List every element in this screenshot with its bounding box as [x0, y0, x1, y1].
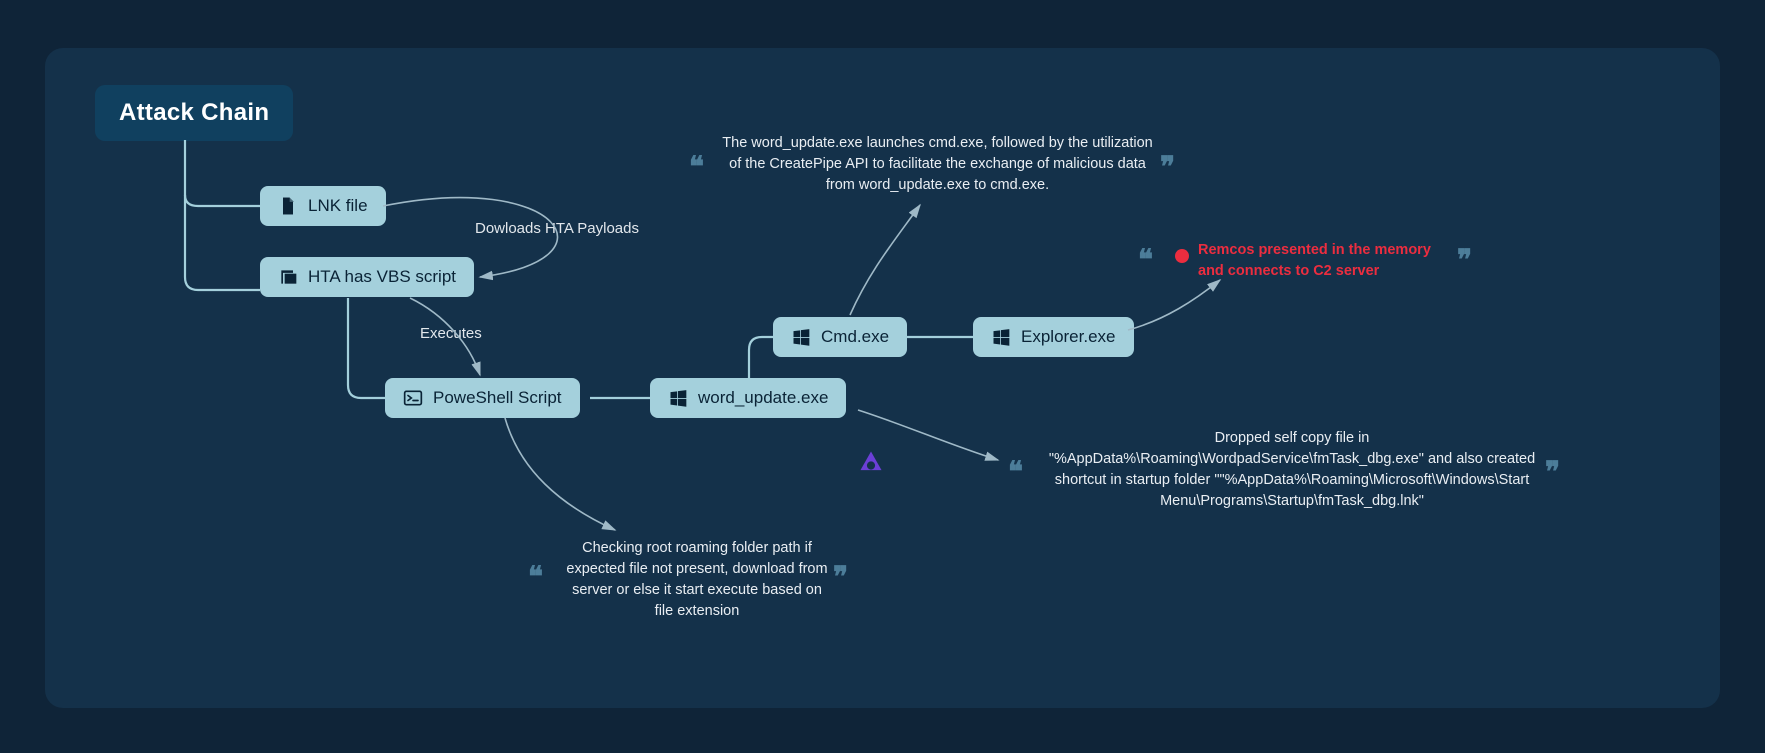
- quote-close-icon: ❞: [1457, 243, 1472, 276]
- script-icon: [278, 267, 298, 287]
- edge-label-download: Dowloads HTA Payloads: [475, 220, 639, 237]
- node-powershell: PoweShell Script: [385, 378, 580, 418]
- node-lnk-file: LNK file: [260, 186, 386, 226]
- node-explorer: Explorer.exe: [973, 317, 1134, 357]
- quote-open-icon: ❝: [528, 560, 543, 593]
- quote-open-icon: ❝: [689, 150, 704, 183]
- note-ps: Checking root roaming folder path if exp…: [562, 538, 832, 622]
- terminal-icon: [403, 388, 423, 408]
- edge-label-executes: Executes: [420, 325, 482, 342]
- windows-icon: [668, 388, 688, 408]
- quote-open-icon: ❝: [1138, 243, 1153, 276]
- quote-close-icon: ❞: [833, 560, 848, 593]
- note-cmd: The word_update.exe launches cmd.exe, fo…: [720, 133, 1155, 196]
- node-hta-vbs: HTA has VBS script: [260, 257, 474, 297]
- file-icon: [278, 196, 298, 216]
- node-cmd: Cmd.exe: [773, 317, 907, 357]
- title-text: Attack Chain: [119, 99, 269, 126]
- node-label: PoweShell Script: [433, 388, 562, 408]
- node-word-update: word_update.exe: [650, 378, 846, 418]
- node-label: LNK file: [308, 196, 368, 216]
- note-remcos: Remcos presented in the memory and conne…: [1198, 240, 1458, 282]
- note-drop: Dropped self copy file in "%AppData%\Roa…: [1042, 428, 1542, 512]
- windows-icon: [791, 327, 811, 347]
- windows-icon: [991, 327, 1011, 347]
- node-label: Explorer.exe: [1021, 327, 1116, 347]
- watermark-icon: [857, 448, 885, 476]
- node-label: word_update.exe: [698, 388, 828, 408]
- quote-close-icon: ❞: [1545, 455, 1560, 488]
- quote-open-icon: ❝: [1008, 455, 1023, 488]
- title-box: Attack Chain: [95, 85, 293, 141]
- alert-dot-icon: [1175, 249, 1189, 263]
- quote-close-icon: ❞: [1160, 150, 1175, 183]
- node-label: Cmd.exe: [821, 327, 889, 347]
- node-label: HTA has VBS script: [308, 267, 456, 287]
